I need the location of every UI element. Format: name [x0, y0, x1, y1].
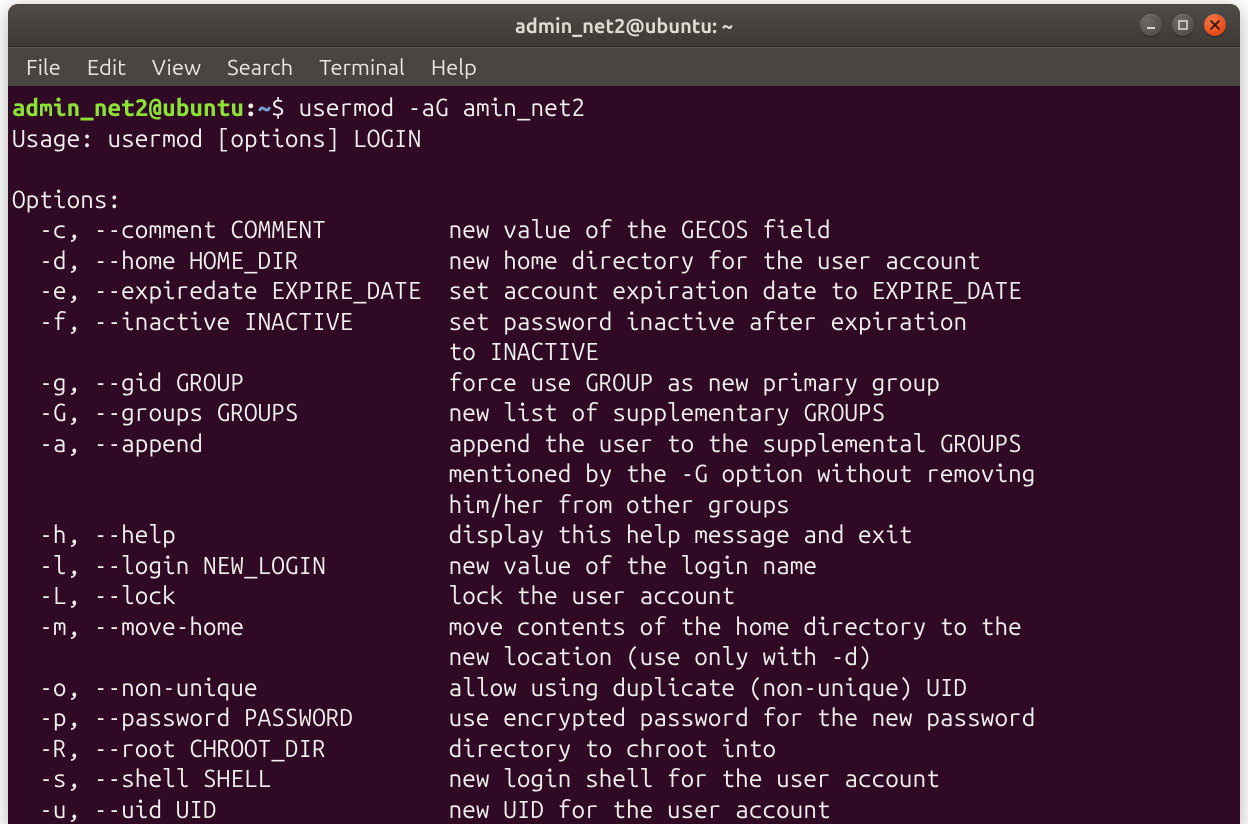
output-line: -a, --append append the user to the supp…	[12, 429, 1022, 457]
output-line: Options:	[12, 185, 121, 213]
output-line: -f, --inactive INACTIVE set password ina…	[12, 307, 967, 335]
window-title: admin_net2@ubuntu: ~	[8, 14, 1240, 37]
output-line: -L, --lock lock the user account	[12, 581, 735, 609]
menu-file[interactable]: File	[14, 51, 73, 84]
menu-help[interactable]: Help	[419, 51, 489, 84]
prompt-colon: :	[244, 93, 258, 121]
prompt-user-host: admin_net2@ubuntu	[12, 93, 244, 121]
close-button[interactable]	[1204, 14, 1226, 36]
output-line: -c, --comment COMMENT new value of the G…	[12, 215, 831, 243]
output-line: to INACTIVE	[12, 337, 599, 365]
output-line: -m, --move-home move contents of the hom…	[12, 612, 1022, 640]
maximize-button[interactable]	[1172, 14, 1194, 36]
output-line: -p, --password PASSWORD use encrypted pa…	[12, 703, 1035, 731]
prompt-path: ~	[258, 93, 272, 121]
output-line: mentioned by the -G option without remov…	[12, 459, 1035, 487]
menu-terminal[interactable]: Terminal	[307, 51, 417, 84]
minimize-icon	[1145, 19, 1157, 31]
output-line: -e, --expiredate EXPIRE_DATE set account…	[12, 276, 1022, 304]
output-line: -g, --gid GROUP force use GROUP as new p…	[12, 368, 940, 396]
terminal-window: admin_net2@ubuntu: ~ File Edit View Sear…	[8, 4, 1240, 824]
close-icon	[1209, 19, 1221, 31]
output-line: him/her from other groups	[12, 490, 790, 518]
output-line: -d, --home HOME_DIR new home directory f…	[12, 246, 981, 274]
menu-search[interactable]: Search	[215, 51, 305, 84]
menu-edit[interactable]: Edit	[75, 51, 138, 84]
output-line: -l, --login NEW_LOGIN new value of the l…	[12, 551, 817, 579]
output-line: -o, --non-unique allow using duplicate (…	[12, 673, 967, 701]
window-controls	[1140, 14, 1240, 36]
output-line: -G, --groups GROUPS new list of suppleme…	[12, 398, 885, 426]
titlebar: admin_net2@ubuntu: ~	[8, 4, 1240, 47]
prompt-dollar: $	[271, 93, 298, 121]
output-line: Usage: usermod [options] LOGIN	[12, 124, 421, 152]
output-line: new location (use only with -d)	[12, 642, 872, 670]
maximize-icon	[1177, 19, 1189, 31]
output-line: -h, --help display this help message and…	[12, 520, 913, 548]
output-line: -R, --root CHROOT_DIR directory to chroo…	[12, 734, 776, 762]
output-line: -u, --uid UID new UID for the user accou…	[12, 795, 831, 823]
minimize-button[interactable]	[1140, 14, 1162, 36]
output-line: -s, --shell SHELL new login shell for th…	[12, 764, 940, 792]
terminal-area[interactable]: admin_net2@ubuntu:~$ usermod -aG amin_ne…	[8, 86, 1240, 824]
menubar: File Edit View Search Terminal Help	[8, 47, 1240, 86]
menu-view[interactable]: View	[140, 51, 213, 84]
command-text: usermod -aG amin_net2	[299, 93, 586, 121]
